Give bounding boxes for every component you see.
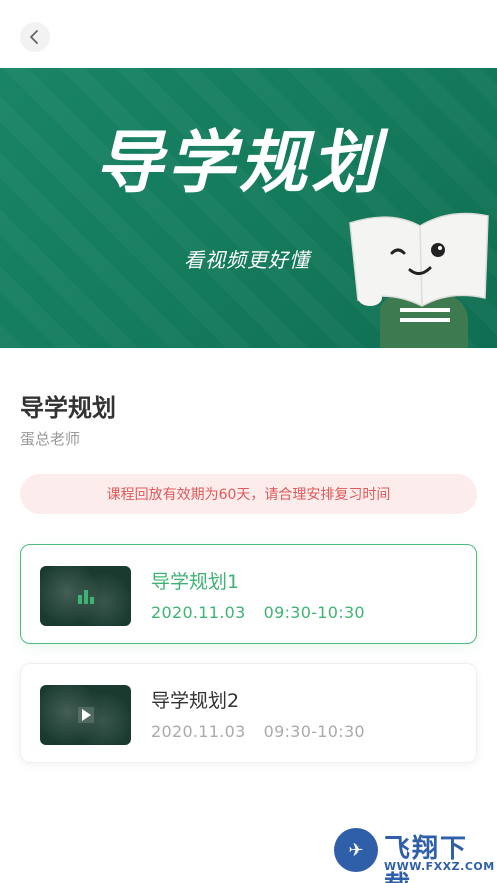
banner-title: 导学规划: [95, 124, 384, 203]
course-banner: 导学规划 看视频更好懂: [0, 68, 497, 348]
teacher-name: 蛋总老师: [20, 430, 81, 448]
course-title: 导学规划: [20, 394, 116, 422]
lesson-name: 导学规划1: [151, 571, 240, 593]
back-button[interactable]: [20, 22, 50, 52]
lesson-schedule: 2020.11.03 09:30-10:30: [151, 722, 365, 741]
book-mascot-illustration: [349, 212, 489, 348]
watermark-text: 飞翔下载: [384, 834, 469, 883]
lesson-date: 2020.11.03: [151, 603, 246, 622]
lesson-time-range: 09:30-10:30: [263, 722, 365, 741]
lesson-name: 导学规划2: [151, 690, 240, 712]
site-watermark: ✈ 飞翔下载 WWW.FXXZ.COM: [332, 826, 495, 883]
watermark-logo-icon: ✈: [334, 828, 378, 872]
lesson-schedule: 2020.11.03 09:30-10:30: [151, 603, 365, 622]
replay-validity-notice: 课程回放有效期为60天，请合理安排复习时间: [20, 474, 477, 514]
chevron-left-icon: [30, 30, 38, 44]
lesson-thumbnail: [40, 685, 131, 745]
play-icon: [77, 707, 94, 723]
lesson-card-2[interactable]: 导学规划2 2020.11.03 09:30-10:30: [20, 663, 477, 763]
lesson-time-range: 09:30-10:30: [263, 603, 365, 622]
lesson-date: 2020.11.03: [151, 722, 246, 741]
lesson-thumbnail: [40, 566, 131, 626]
lesson-card-1[interactable]: 导学规划1 2020.11.03 09:30-10:30: [20, 544, 477, 644]
banner-subtitle: 看视频更好懂: [184, 248, 310, 272]
watermark-url: WWW.FXXZ.COM: [384, 860, 495, 873]
audio-bars-icon: [77, 590, 94, 604]
